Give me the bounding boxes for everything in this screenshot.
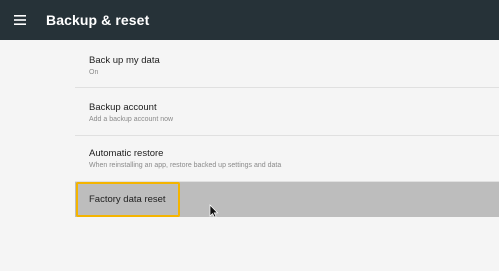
setting-factory-data-reset[interactable]: Factory data reset	[75, 182, 499, 217]
settings-list: Back up my data On Backup account Add a …	[0, 40, 499, 271]
setting-title: Automatic restore	[89, 148, 164, 159]
setting-subtitle: When reinstalling an app, restore backed…	[89, 162, 282, 169]
setting-automatic-restore[interactable]: Automatic restore When reinstalling an a…	[75, 136, 499, 182]
mouse-cursor-icon	[209, 204, 219, 218]
setting-backup-account[interactable]: Backup account Add a backup account now	[75, 88, 499, 136]
page-title: Backup & reset	[46, 12, 150, 28]
menu-button[interactable]	[0, 0, 40, 40]
hamburger-menu-icon	[14, 15, 26, 25]
setting-subtitle: Add a backup account now	[89, 116, 174, 123]
setting-subtitle: On	[89, 69, 99, 76]
setting-title: Backup account	[89, 102, 157, 113]
setting-title: Factory data reset	[89, 194, 166, 205]
setting-title: Back up my data	[89, 55, 160, 66]
setting-back-up-my-data[interactable]: Back up my data On	[75, 40, 499, 88]
app-bar: Backup & reset	[0, 0, 499, 40]
